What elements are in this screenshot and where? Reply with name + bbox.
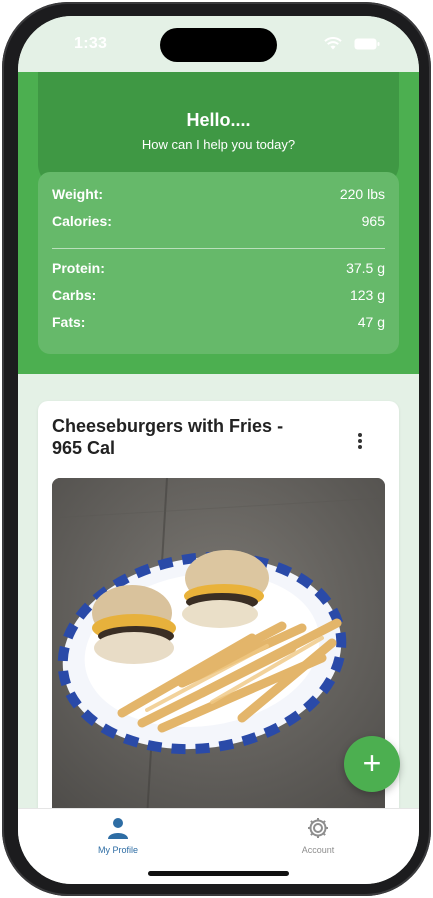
dynamic-island: [160, 28, 277, 62]
stat-label: Fats:: [52, 314, 86, 330]
stat-label: Protein:: [52, 260, 105, 276]
tab-label: My Profile: [97, 845, 138, 855]
stats-divider: [52, 248, 385, 249]
phone-frame: 1:33 Hello.... How can I help you today?…: [2, 2, 431, 896]
stat-label: Weight:: [52, 186, 104, 202]
stat-value: 220 lbs: [339, 186, 385, 202]
stat-row-fats: Fats: 47 g: [52, 314, 385, 336]
plus-icon: +: [362, 745, 382, 781]
header-section: Hello.... How can I help you today? Weig…: [18, 72, 419, 374]
stat-value: 37.5 g: [346, 260, 385, 276]
status-bar: 1:33: [18, 16, 419, 72]
greeting-title: Hello....: [186, 110, 251, 130]
gear-icon: [308, 818, 328, 838]
stat-label: Calories:: [52, 213, 112, 229]
stat-row-calories: Calories: 965: [52, 213, 385, 235]
person-icon: [108, 818, 128, 839]
meal-title: Cheeseburgers with Fries - 965 Cal: [52, 416, 284, 458]
stat-value: 47 g: [357, 314, 385, 330]
tab-label: Account: [301, 845, 335, 855]
battery-icon: [354, 38, 380, 50]
stat-row-weight: Weight: 220 lbs: [52, 186, 385, 208]
stat-value: 123 g: [349, 287, 385, 303]
app-screen: 1:33 Hello.... How can I help you today?…: [18, 16, 419, 884]
wifi-icon: [324, 37, 342, 50]
meal-photo[interactable]: [52, 478, 385, 818]
home-indicator: [148, 871, 289, 876]
tab-bar: My Profile Account: [18, 808, 419, 884]
tab-account[interactable]: Account: [258, 809, 378, 869]
tab-my-profile[interactable]: My Profile: [58, 809, 178, 869]
meal-photo-illustration: [52, 478, 385, 818]
greeting-card: Hello.... How can I help you today?: [38, 72, 399, 188]
greeting-subtitle: How can I help you today?: [141, 137, 296, 152]
status-time: 1:33: [74, 35, 108, 52]
stat-row-protein: Protein: 37.5 g: [52, 260, 385, 282]
stat-row-carbs: Carbs: 123 g: [52, 287, 385, 309]
add-meal-button[interactable]: +: [344, 736, 400, 792]
stats-card: Weight: 220 lbs Calories: 965 Protein: 3…: [38, 172, 399, 354]
stat-label: Carbs:: [52, 287, 97, 303]
more-vertical-icon[interactable]: [348, 429, 372, 453]
stat-value: 965: [361, 213, 385, 229]
